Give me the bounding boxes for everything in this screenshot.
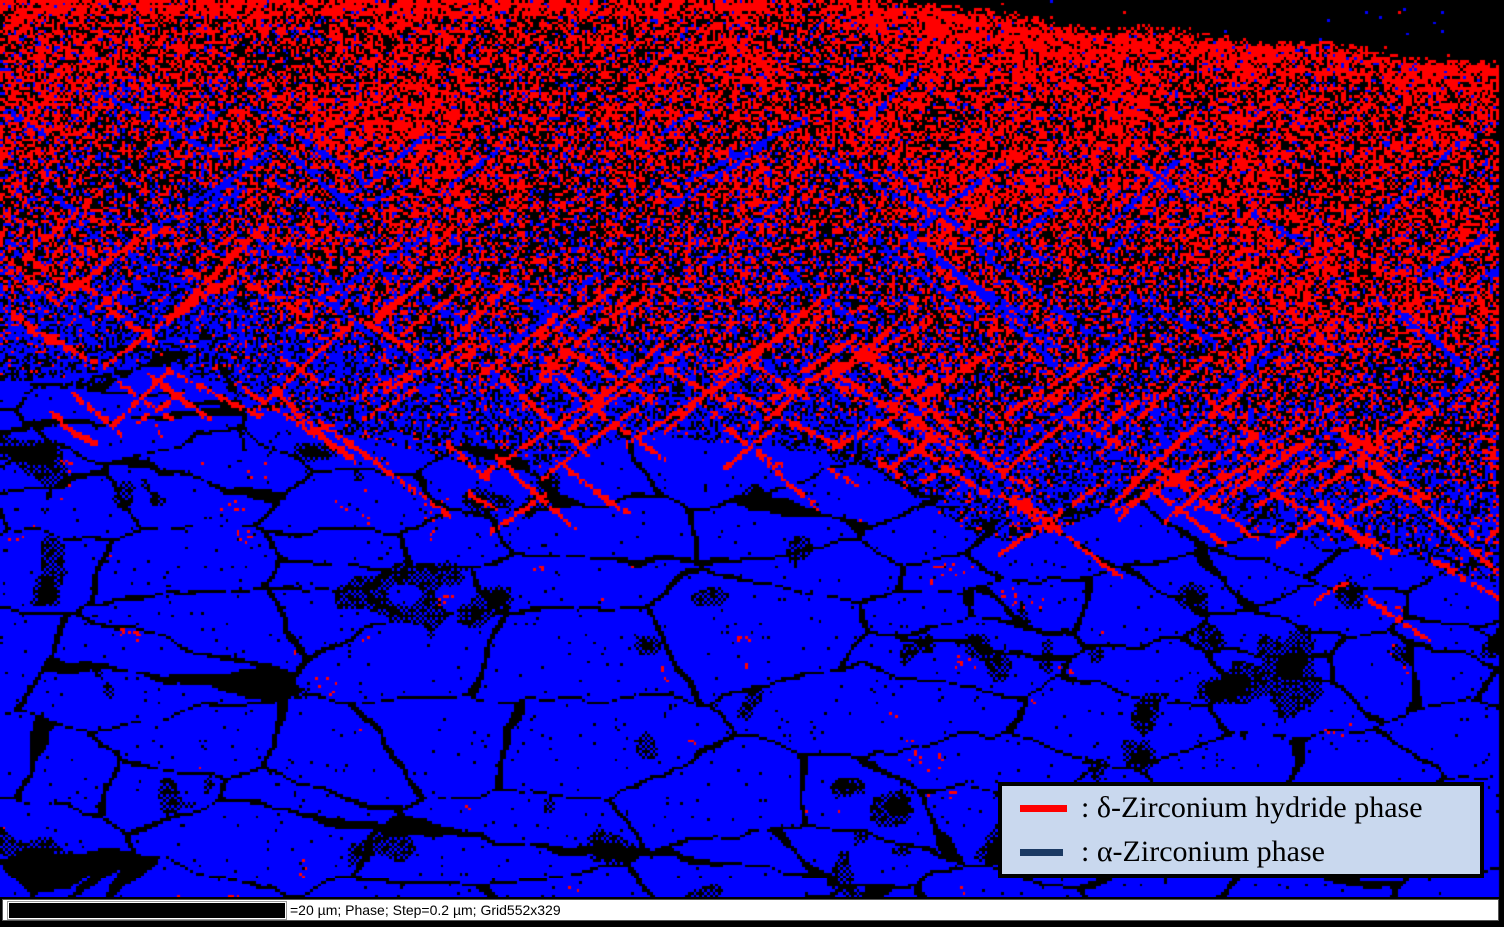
- legend: : δ-Zirconium hydride phase : α-Zirconiu…: [998, 782, 1484, 878]
- scale-info-text: =20 µm; Phase; Step=0.2 µm; Grid552x329: [290, 902, 561, 918]
- legend-item-label: : α-Zirconium phase: [1081, 835, 1325, 868]
- status-bar: =20 µm; Phase; Step=0.2 µm; Grid552x329: [0, 897, 1504, 927]
- hydride-line-swatch: [1020, 804, 1067, 812]
- scale-bar: [7, 901, 287, 920]
- legend-item-hydride: : δ-Zirconium hydride phase: [1002, 786, 1480, 830]
- legend-item-alpha: : α-Zirconium phase: [1002, 830, 1480, 874]
- phase-map-figure: : δ-Zirconium hydride phase : α-Zirconiu…: [0, 0, 1504, 927]
- legend-item-label: : δ-Zirconium hydride phase: [1081, 791, 1423, 824]
- status-panel: =20 µm; Phase; Step=0.2 µm; Grid552x329: [2, 899, 1499, 921]
- alpha-line-swatch: [1020, 848, 1063, 856]
- phase-map-canvas: [0, 0, 1504, 897]
